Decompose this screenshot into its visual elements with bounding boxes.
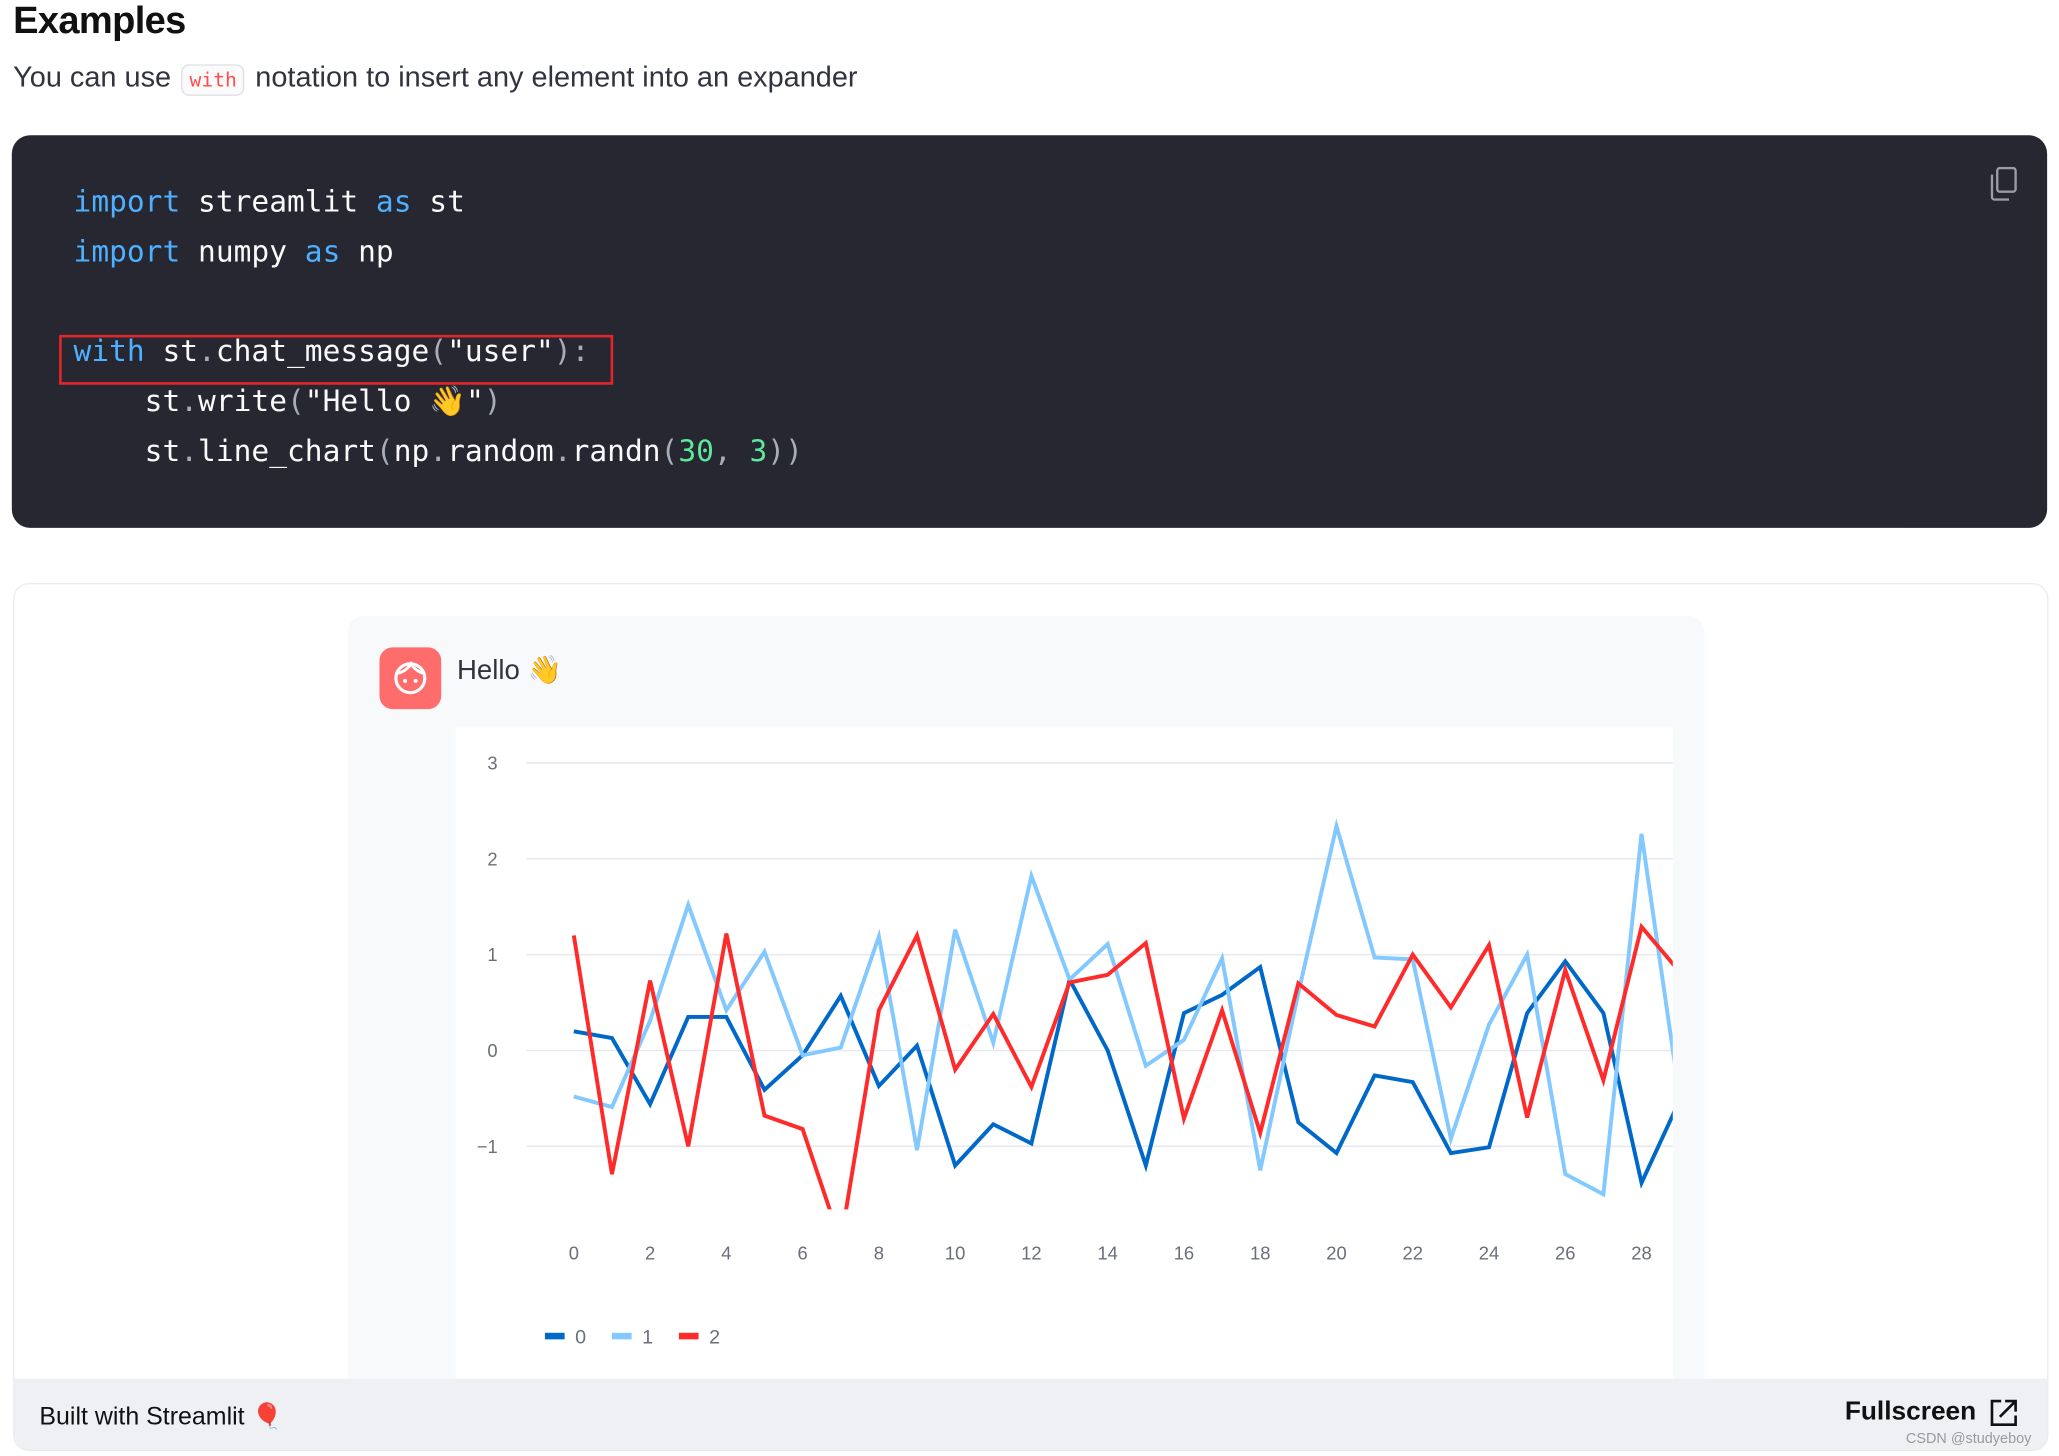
x-tick-label: 6	[798, 1242, 808, 1263]
code-token: .	[180, 434, 199, 469]
code-token: numpy	[180, 235, 305, 270]
x-tick-label: 0	[569, 1242, 579, 1263]
x-tick-label: 28	[1631, 1242, 1651, 1263]
code-token: random	[447, 434, 554, 469]
x-tick-label: 2	[645, 1242, 655, 1263]
legend-label-2: 2	[709, 1326, 720, 1348]
code-token: 30	[678, 434, 714, 469]
user-face-icon	[379, 647, 442, 710]
code-token: streamlit	[180, 185, 376, 220]
x-tick-label: 16	[1174, 1242, 1194, 1263]
chat-message-text: Hello 👋	[456, 655, 562, 686]
code-token: ))	[767, 434, 803, 469]
copy-icon[interactable]	[1989, 166, 2018, 201]
intro-before: You can use	[13, 60, 172, 94]
series-line-1	[573, 818, 1673, 1198]
x-tick-label: 10	[945, 1242, 965, 1263]
fullscreen-button[interactable]: Fullscreen	[1845, 1397, 2018, 1427]
code-token: ,	[713, 434, 750, 469]
code-token: (	[660, 434, 679, 469]
intro-after: notation to insert any element into an e…	[255, 60, 858, 94]
highlight-box	[59, 334, 614, 385]
app-frame: Hello 👋 3 2 1 0 −1 0 2 4 6 8 10 12 14 16 18 20 22 24 26 28 0…	[13, 583, 2049, 1451]
code-token: line_chart	[198, 434, 376, 469]
fullscreen-label: Fullscreen	[1844, 1397, 1977, 1427]
x-tick-label: 4	[721, 1242, 731, 1263]
x-tick-label: 14	[1097, 1242, 1117, 1263]
page-title: Examples	[13, 0, 186, 43]
legend-swatch-2	[678, 1332, 699, 1340]
code-token: np	[393, 434, 430, 469]
legend-swatch-0	[544, 1332, 565, 1340]
y-tick-label: 3	[487, 752, 497, 773]
x-tick-label: 8	[874, 1242, 884, 1263]
y-tick-label: 2	[487, 848, 497, 869]
code-token: as	[375, 185, 412, 220]
code-token: as	[304, 235, 341, 270]
page: Examples You can use with notation to inse…	[0, 0, 2059, 1456]
line-chart[interactable]: 3 2 1 0 −1 0 2 4 6 8 10 12 14 16 18 20 22 24 26 28 0 1 2	[455, 727, 1673, 1437]
code-token: st	[73, 384, 181, 419]
code-token: "Hello 👋"	[304, 384, 484, 419]
inline-code: with	[181, 64, 245, 96]
code-token: .	[429, 434, 448, 469]
x-tick-label: 18	[1250, 1242, 1270, 1263]
footer-bar: Built with Streamlit 🎈 Fullscreen CSDN @…	[14, 1378, 2048, 1450]
legend-swatch-1	[611, 1332, 632, 1340]
x-tick-label: 22	[1403, 1242, 1423, 1263]
code-block: import streamlit as st import numpy as np…	[11, 135, 2048, 528]
code-token: (	[375, 434, 394, 469]
code-token: write	[198, 384, 287, 419]
y-tick-label: 1	[487, 944, 497, 965]
code-line: import streamlit as st	[74, 185, 465, 219]
x-tick-label: 20	[1326, 1242, 1346, 1263]
code-token: 3	[749, 434, 768, 469]
built-with-streamlit-link[interactable]: Built with Streamlit 🎈	[39, 1401, 282, 1433]
code-line: import numpy as np	[74, 235, 394, 269]
x-tick-label: 24	[1479, 1242, 1499, 1263]
legend-label-0: 0	[575, 1326, 586, 1348]
code-token: np	[340, 235, 394, 270]
code-token: .	[553, 434, 572, 469]
code-line: st.line_chart(np.random.randn(30, 3))	[74, 435, 803, 469]
code-token: st	[73, 434, 181, 469]
code-token: import	[73, 235, 181, 270]
chat-message: Hello 👋 3 2 1 0 −1 0 2 4 6 8 10 12 14 16 18 20 22 24 26 28 0…	[347, 615, 1705, 1437]
watermark: CSDN @studyeboy	[1905, 1431, 2032, 1448]
code-token: randn	[571, 434, 661, 469]
x-tick-label: 26	[1555, 1242, 1575, 1263]
y-tick-label: −1	[477, 1136, 498, 1157]
code-token: st	[411, 185, 465, 220]
y-tick-label: 0	[487, 1040, 497, 1061]
external-link-icon	[1990, 1399, 2017, 1426]
line-chart-svg: 3210−10 2 4 6 8 10 12 14 16 18 20 22 24 26 280 1 2	[477, 752, 1673, 1348]
code-token: import	[73, 185, 181, 220]
x-tick-label: 12	[1021, 1242, 1041, 1263]
code-token: (	[286, 384, 305, 419]
code-token: .	[180, 384, 199, 419]
code-token: )	[483, 384, 502, 419]
legend-label-1: 1	[642, 1326, 653, 1348]
intro-text: You can use with notation to insert any el…	[13, 60, 858, 96]
code-line: st.write("Hello 👋")	[74, 385, 502, 419]
